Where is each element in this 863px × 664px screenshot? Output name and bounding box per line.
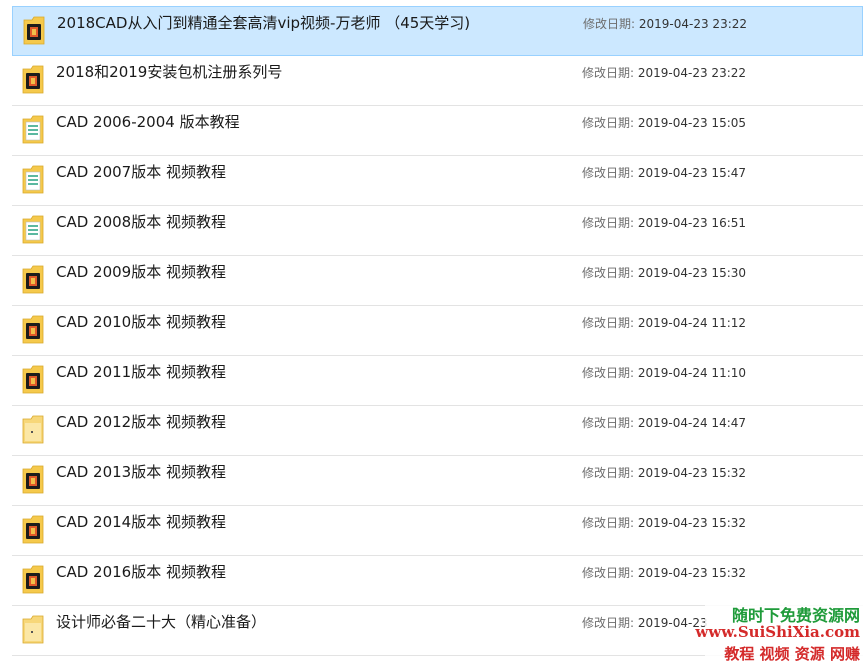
file-list-item[interactable]: CAD 2008版本 视频教程 修改日期: 2019-04-23 16:51 (12, 206, 863, 256)
file-name: 设计师必备二十大（精心准备） (56, 613, 267, 631)
modified-date: 修改日期: 2019-04-23 15:05 (582, 116, 747, 130)
watermark-url: www.SuiShiXia.com (695, 623, 860, 641)
modified-date: 修改日期: 2019-04-23 (582, 616, 708, 630)
modified-date: 修改日期: 2019-04-23 15:47 (582, 166, 747, 180)
folder-doc-icon (22, 215, 44, 244)
file-list-item[interactable]: 2018CAD从入门到精通全套高清vip视频-万老师 （45天学习) 修改日期:… (12, 6, 863, 56)
folder-empty-icon (22, 415, 44, 444)
file-name: CAD 2014版本 视频教程 (56, 513, 226, 531)
file-list-item[interactable]: CAD 2014版本 视频教程 修改日期: 2019-04-23 15:32 (12, 506, 863, 556)
file-name: CAD 2011版本 视频教程 (56, 363, 226, 381)
file-name: CAD 2007版本 视频教程 (56, 163, 226, 181)
modified-date: 修改日期: 2019-04-23 15:32 (582, 516, 747, 530)
file-name: CAD 2008版本 视频教程 (56, 213, 226, 231)
file-list-item[interactable]: CAD 2009版本 视频教程 修改日期: 2019-04-23 15:30 (12, 256, 863, 306)
folder-empty-icon (22, 615, 44, 644)
file-name: CAD 2012版本 视频教程 (56, 413, 226, 431)
file-name: CAD 2010版本 视频教程 (56, 313, 226, 331)
folder-doc-icon (22, 165, 44, 194)
modified-date: 修改日期: 2019-04-24 14:47 (582, 416, 747, 430)
file-list-item[interactable]: 2018和2019安装包机注册系列号 修改日期: 2019-04-23 23:2… (12, 56, 863, 106)
file-name: 2018和2019安装包机注册系列号 (56, 63, 283, 81)
folder-video-icon (22, 65, 44, 94)
modified-date: 修改日期: 2019-04-23 16:51 (582, 216, 747, 230)
watermark: 随时下免费资源网 www.SuiShiXia.com 教程 视频 资源 网赚 (695, 602, 863, 664)
file-name: CAD 2013版本 视频教程 (56, 463, 226, 481)
file-list-item[interactable]: CAD 2013版本 视频教程 修改日期: 2019-04-23 15:32 (12, 456, 863, 506)
file-name: CAD 2006-2004 版本教程 (56, 113, 240, 131)
modified-date: 修改日期: 2019-04-24 11:10 (582, 366, 747, 380)
file-name: CAD 2016版本 视频教程 (56, 563, 226, 581)
file-name: 2018CAD从入门到精通全套高清vip视频-万老师 （45天学习) (57, 14, 471, 32)
modified-date: 修改日期: 2019-04-23 23:22 (583, 17, 748, 31)
file-list-item[interactable]: CAD 2016版本 视频教程 修改日期: 2019-04-23 15:32 (12, 556, 863, 606)
file-list: 2018CAD从入门到精通全套高清vip视频-万老师 （45天学习) 修改日期:… (0, 0, 863, 664)
folder-video-icon (22, 515, 44, 544)
folder-video-icon (22, 465, 44, 494)
file-list-item[interactable]: CAD 2007版本 视频教程 修改日期: 2019-04-23 15:47 (12, 156, 863, 206)
modified-date: 修改日期: 2019-04-23 15:32 (582, 566, 747, 580)
folder-video-icon (23, 16, 45, 45)
modified-date: 修改日期: 2019-04-23 15:32 (582, 466, 747, 480)
file-list-item[interactable]: CAD 2010版本 视频教程 修改日期: 2019-04-24 11:12 (12, 306, 863, 356)
file-list-item[interactable]: CAD 2011版本 视频教程 修改日期: 2019-04-24 11:10 (12, 356, 863, 406)
folder-video-icon (22, 265, 44, 294)
modified-date: 修改日期: 2019-04-24 11:12 (582, 316, 747, 330)
file-name: CAD 2009版本 视频教程 (56, 263, 226, 281)
watermark-tagline: 教程 视频 资源 网赚 (724, 645, 860, 663)
folder-video-icon (22, 565, 44, 594)
file-list-item[interactable]: CAD 2012版本 视频教程 修改日期: 2019-04-24 14:47 (12, 406, 863, 456)
folder-video-icon (22, 315, 44, 344)
folder-doc-icon (22, 115, 44, 144)
file-list-item[interactable]: CAD 2006-2004 版本教程 修改日期: 2019-04-23 15:0… (12, 106, 863, 156)
modified-date: 修改日期: 2019-04-23 15:30 (582, 266, 747, 280)
folder-video-icon (22, 365, 44, 394)
modified-date: 修改日期: 2019-04-23 23:22 (582, 66, 747, 80)
